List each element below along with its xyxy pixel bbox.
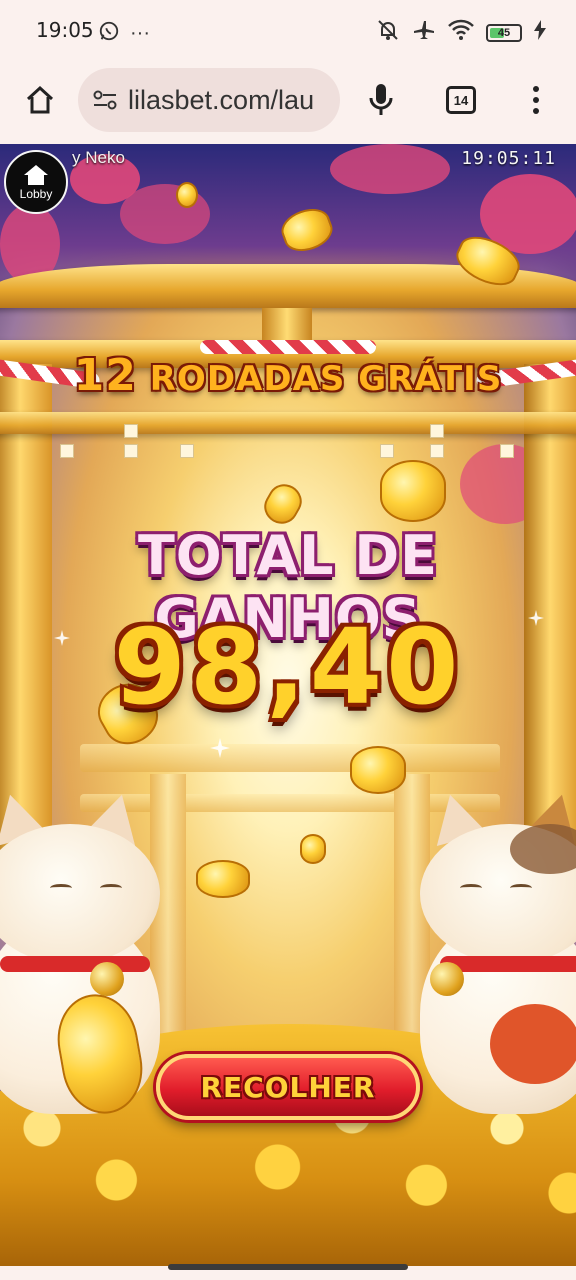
- address-bar[interactable]: lilasbet.com/lau: [78, 68, 340, 132]
- wifi-icon: [448, 19, 474, 46]
- dot-icon: [533, 86, 539, 92]
- lobby-button[interactable]: Lobby: [4, 150, 68, 214]
- status-time: 19:05: [36, 18, 94, 42]
- overflow-menu-button[interactable]: [526, 82, 546, 118]
- blossom: [330, 144, 450, 194]
- charging-icon: [534, 20, 546, 45]
- home-icon: [24, 164, 48, 185]
- home-icon: [26, 85, 54, 114]
- paper-tassel: [124, 444, 138, 458]
- browser-toolbar: lilasbet.com/lau 14: [0, 62, 576, 144]
- gold-coin: [300, 834, 326, 864]
- microphone-icon: [369, 84, 393, 115]
- paper-tassel: [430, 444, 444, 458]
- paper-tassel: [180, 444, 194, 458]
- home-button[interactable]: [20, 80, 60, 120]
- lucky-cat-right: [400, 784, 576, 1114]
- paper-tassel: [124, 424, 138, 438]
- torii-center-post: [262, 308, 312, 344]
- status-more: ···: [130, 22, 150, 44]
- lucky-cat-left: [0, 784, 180, 1121]
- whatsapp-icon: [98, 20, 120, 47]
- game-title: y Neko: [72, 148, 125, 167]
- collect-button-label: RECOLHER: [200, 1070, 376, 1104]
- free-spins-banner: 12 RODADAS GRÁTIS: [0, 350, 576, 401]
- lobby-label: Lobby: [19, 186, 53, 201]
- game-clock: 19:05:11: [461, 148, 556, 169]
- gold-coin: [350, 746, 406, 794]
- battery-icon: 45: [486, 23, 522, 42]
- tab-switcher-button[interactable]: 14: [446, 86, 476, 114]
- url-text: lilasbet.com/lau: [128, 84, 315, 115]
- paper-tassel: [500, 444, 514, 458]
- paper-tassel: [60, 444, 74, 458]
- dot-icon: [533, 108, 539, 114]
- status-right-icons: 45: [376, 18, 546, 47]
- gold-coin: [258, 478, 308, 530]
- collect-button[interactable]: RECOLHER: [156, 1054, 420, 1120]
- gold-coin: [380, 460, 446, 522]
- gesture-handle[interactable]: [168, 1264, 408, 1270]
- gold-coin: [176, 182, 198, 208]
- free-spins-count: 12: [73, 350, 137, 401]
- torii-crossbar: [0, 412, 576, 434]
- dot-icon: [533, 97, 539, 103]
- site-settings-icon[interactable]: [90, 85, 120, 115]
- paper-tassel: [430, 424, 444, 438]
- voice-search-button[interactable]: [364, 80, 398, 120]
- paper-tassel: [380, 444, 394, 458]
- free-spins-text: RODADAS GRÁTIS: [149, 359, 503, 399]
- battery-level: 45: [497, 26, 511, 39]
- airplane-icon: [412, 18, 436, 47]
- game-canvas[interactable]: 12 RODADAS GRÁTIS TOTAL DE GANHOS 98,40 …: [0, 144, 576, 1266]
- gold-coin: [196, 860, 250, 898]
- total-winnings-value: 98,40: [113, 606, 463, 728]
- status-left-icons: ···: [98, 20, 150, 47]
- mute-bell-icon: [376, 18, 400, 47]
- status-bar: 19:05 ··· 45: [0, 0, 576, 62]
